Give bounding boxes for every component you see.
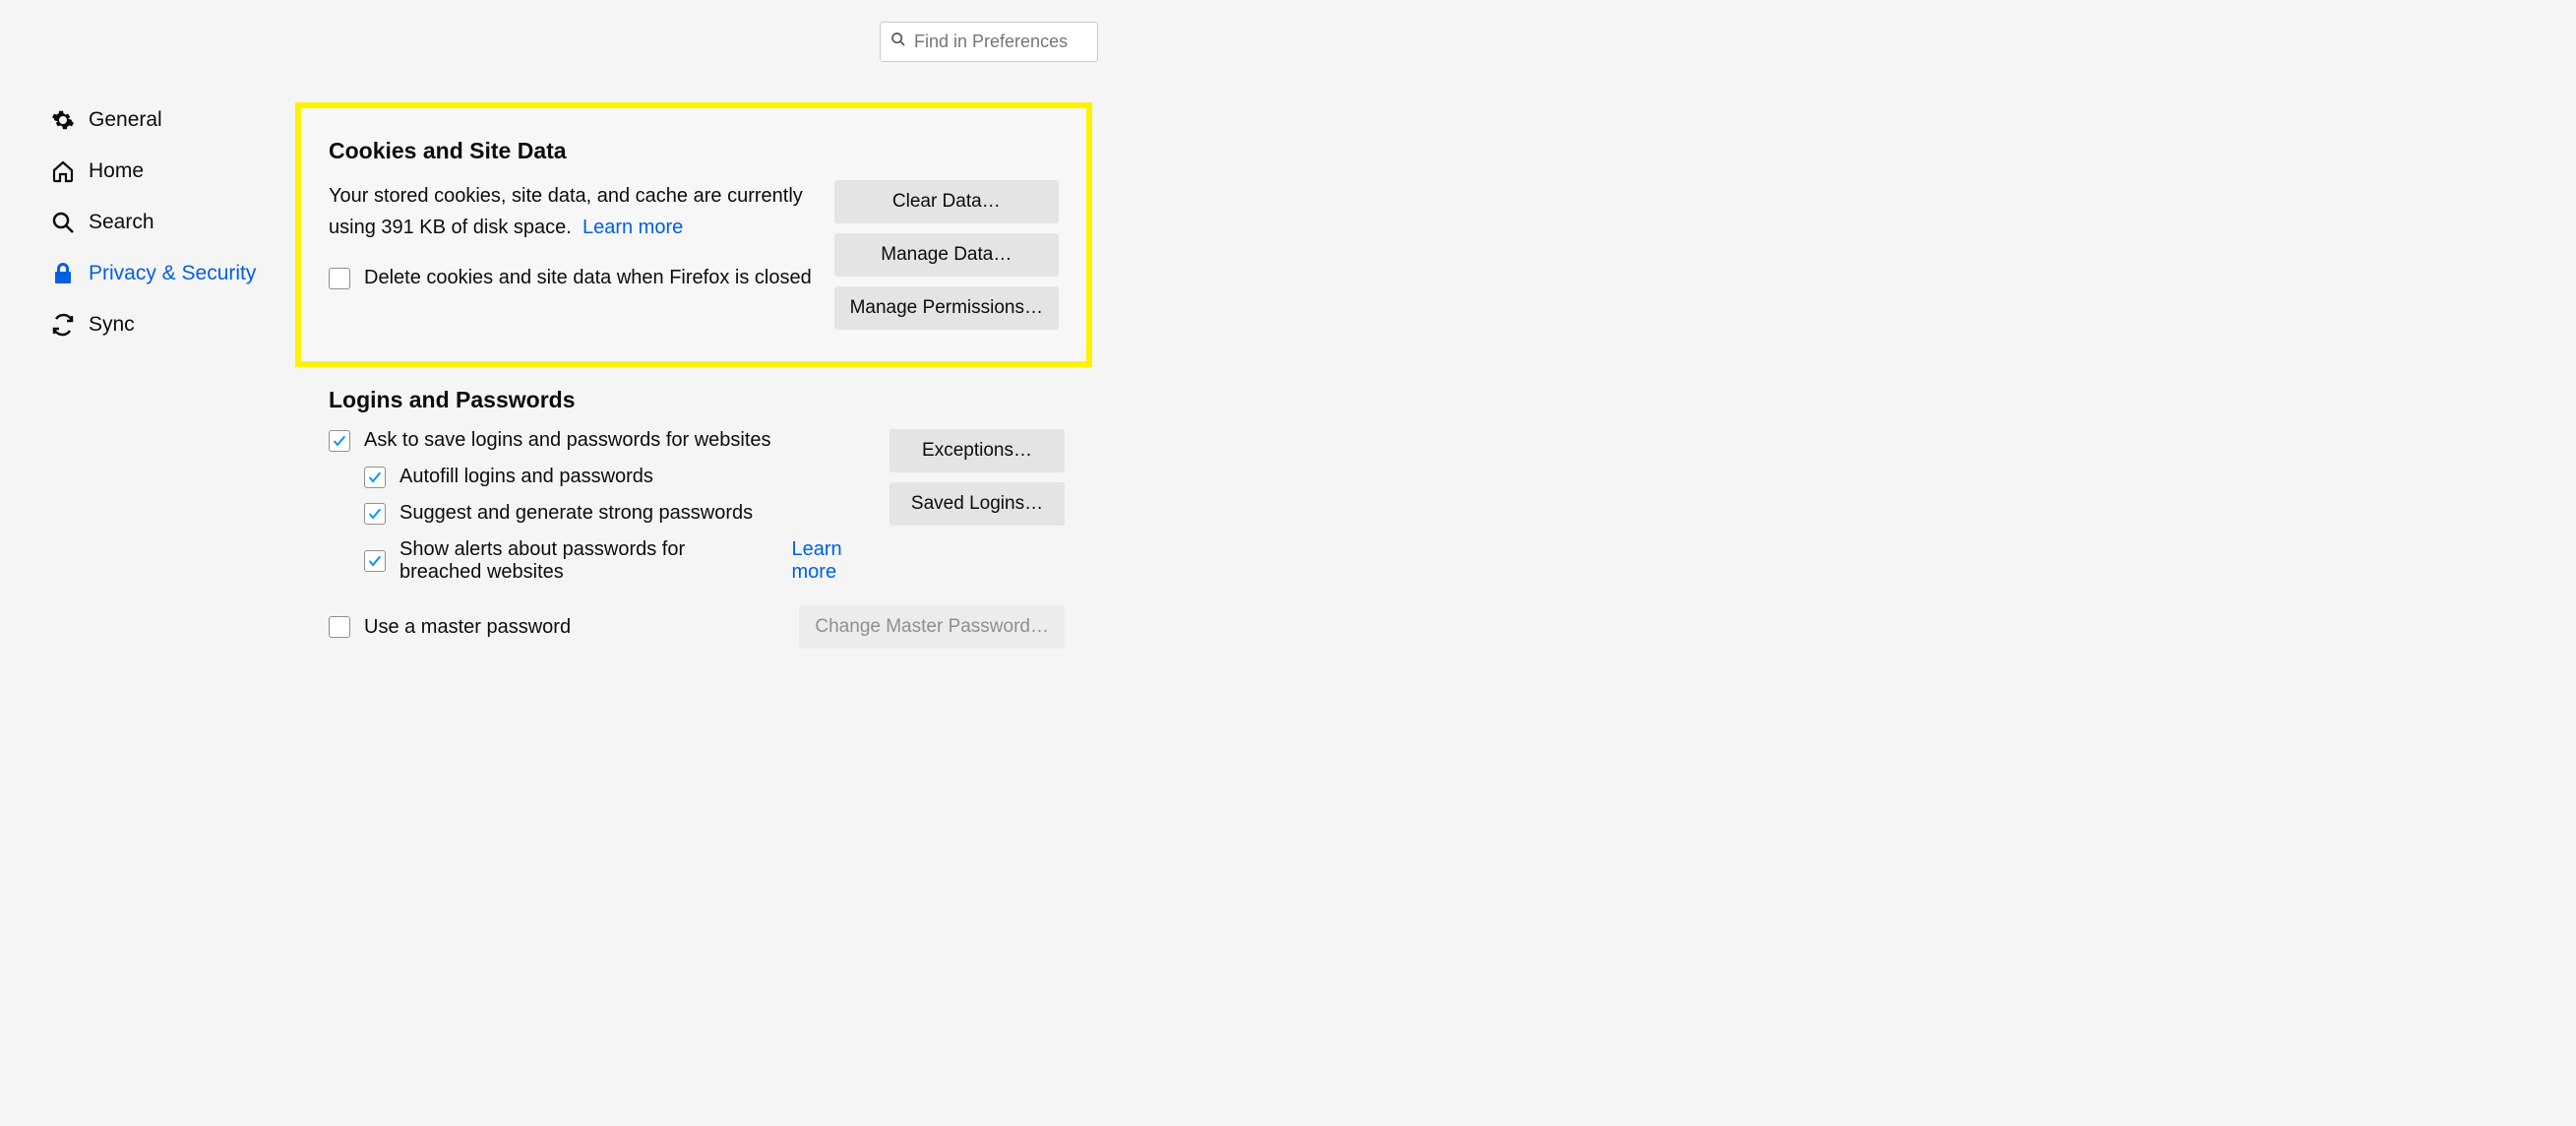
sidebar-item-label: Search bbox=[89, 211, 154, 234]
gear-icon bbox=[51, 108, 75, 132]
exceptions-button[interactable]: Exceptions… bbox=[889, 429, 1065, 472]
sidebar-item-sync[interactable]: Sync bbox=[51, 299, 285, 350]
home-icon bbox=[51, 159, 75, 183]
ask-save-checkbox[interactable] bbox=[329, 430, 350, 452]
master-password-checkbox[interactable] bbox=[329, 616, 350, 638]
autofill-row: Autofill logins and passwords bbox=[364, 466, 870, 488]
delete-on-close-label: Delete cookies and site data when Firefo… bbox=[364, 267, 812, 289]
cookies-description: Your stored cookies, site data, and cach… bbox=[329, 180, 815, 243]
ask-save-row: Ask to save logins and passwords for web… bbox=[329, 429, 870, 452]
sidebar-item-search[interactable]: Search bbox=[51, 197, 285, 248]
delete-on-close-row: Delete cookies and site data when Firefo… bbox=[329, 267, 815, 289]
sidebar-item-label: Privacy & Security bbox=[89, 262, 256, 285]
breach-label: Show alerts about passwords for breached… bbox=[399, 538, 753, 584]
delete-on-close-checkbox[interactable] bbox=[329, 268, 350, 289]
search-icon bbox=[890, 31, 906, 53]
breach-checkbox[interactable] bbox=[364, 550, 386, 572]
main-content: Cookies and Site Data Your stored cookie… bbox=[285, 0, 1132, 1126]
master-password-label: Use a master password bbox=[364, 616, 571, 639]
logins-section: Logins and Passwords Ask to save logins … bbox=[295, 387, 1092, 680]
breach-row: Show alerts about passwords for breached… bbox=[364, 538, 870, 584]
sidebar: General Home Search Privacy & Security S… bbox=[0, 0, 285, 1126]
cookies-title: Cookies and Site Data bbox=[329, 138, 1059, 164]
saved-logins-button[interactable]: Saved Logins… bbox=[889, 482, 1065, 526]
sidebar-item-general[interactable]: General bbox=[51, 94, 285, 146]
manage-data-button[interactable]: Manage Data… bbox=[834, 233, 1059, 277]
sidebar-item-label: General bbox=[89, 108, 162, 132]
suggest-label: Suggest and generate strong passwords bbox=[399, 502, 753, 525]
search-icon bbox=[51, 211, 75, 234]
sidebar-item-label: Sync bbox=[89, 313, 135, 337]
manage-permissions-button[interactable]: Manage Permissions… bbox=[834, 286, 1059, 330]
sync-icon bbox=[51, 313, 75, 337]
search-input[interactable] bbox=[914, 31, 1142, 52]
search-container bbox=[880, 22, 1098, 62]
suggest-checkbox[interactable] bbox=[364, 503, 386, 525]
cookies-learn-more-link[interactable]: Learn more bbox=[583, 217, 683, 238]
breach-learn-more-link[interactable]: Learn more bbox=[792, 538, 870, 584]
desc-suffix: of disk space. bbox=[446, 217, 572, 238]
master-password-row: Use a master password bbox=[329, 616, 571, 639]
desc-usage: 391 KB bbox=[381, 217, 446, 238]
autofill-checkbox[interactable] bbox=[364, 467, 386, 488]
search-box[interactable] bbox=[880, 22, 1098, 62]
cookies-section: Cookies and Site Data Your stored cookie… bbox=[295, 102, 1092, 367]
sidebar-item-privacy[interactable]: Privacy & Security bbox=[51, 248, 285, 299]
change-master-password-button: Change Master Password… bbox=[799, 605, 1065, 649]
sidebar-item-label: Home bbox=[89, 159, 144, 183]
lock-icon bbox=[51, 262, 75, 285]
ask-save-label: Ask to save logins and passwords for web… bbox=[364, 429, 771, 452]
clear-data-button[interactable]: Clear Data… bbox=[834, 180, 1059, 223]
logins-title: Logins and Passwords bbox=[329, 387, 1065, 413]
sidebar-item-home[interactable]: Home bbox=[51, 146, 285, 197]
suggest-row: Suggest and generate strong passwords bbox=[364, 502, 870, 525]
autofill-label: Autofill logins and passwords bbox=[399, 466, 653, 488]
